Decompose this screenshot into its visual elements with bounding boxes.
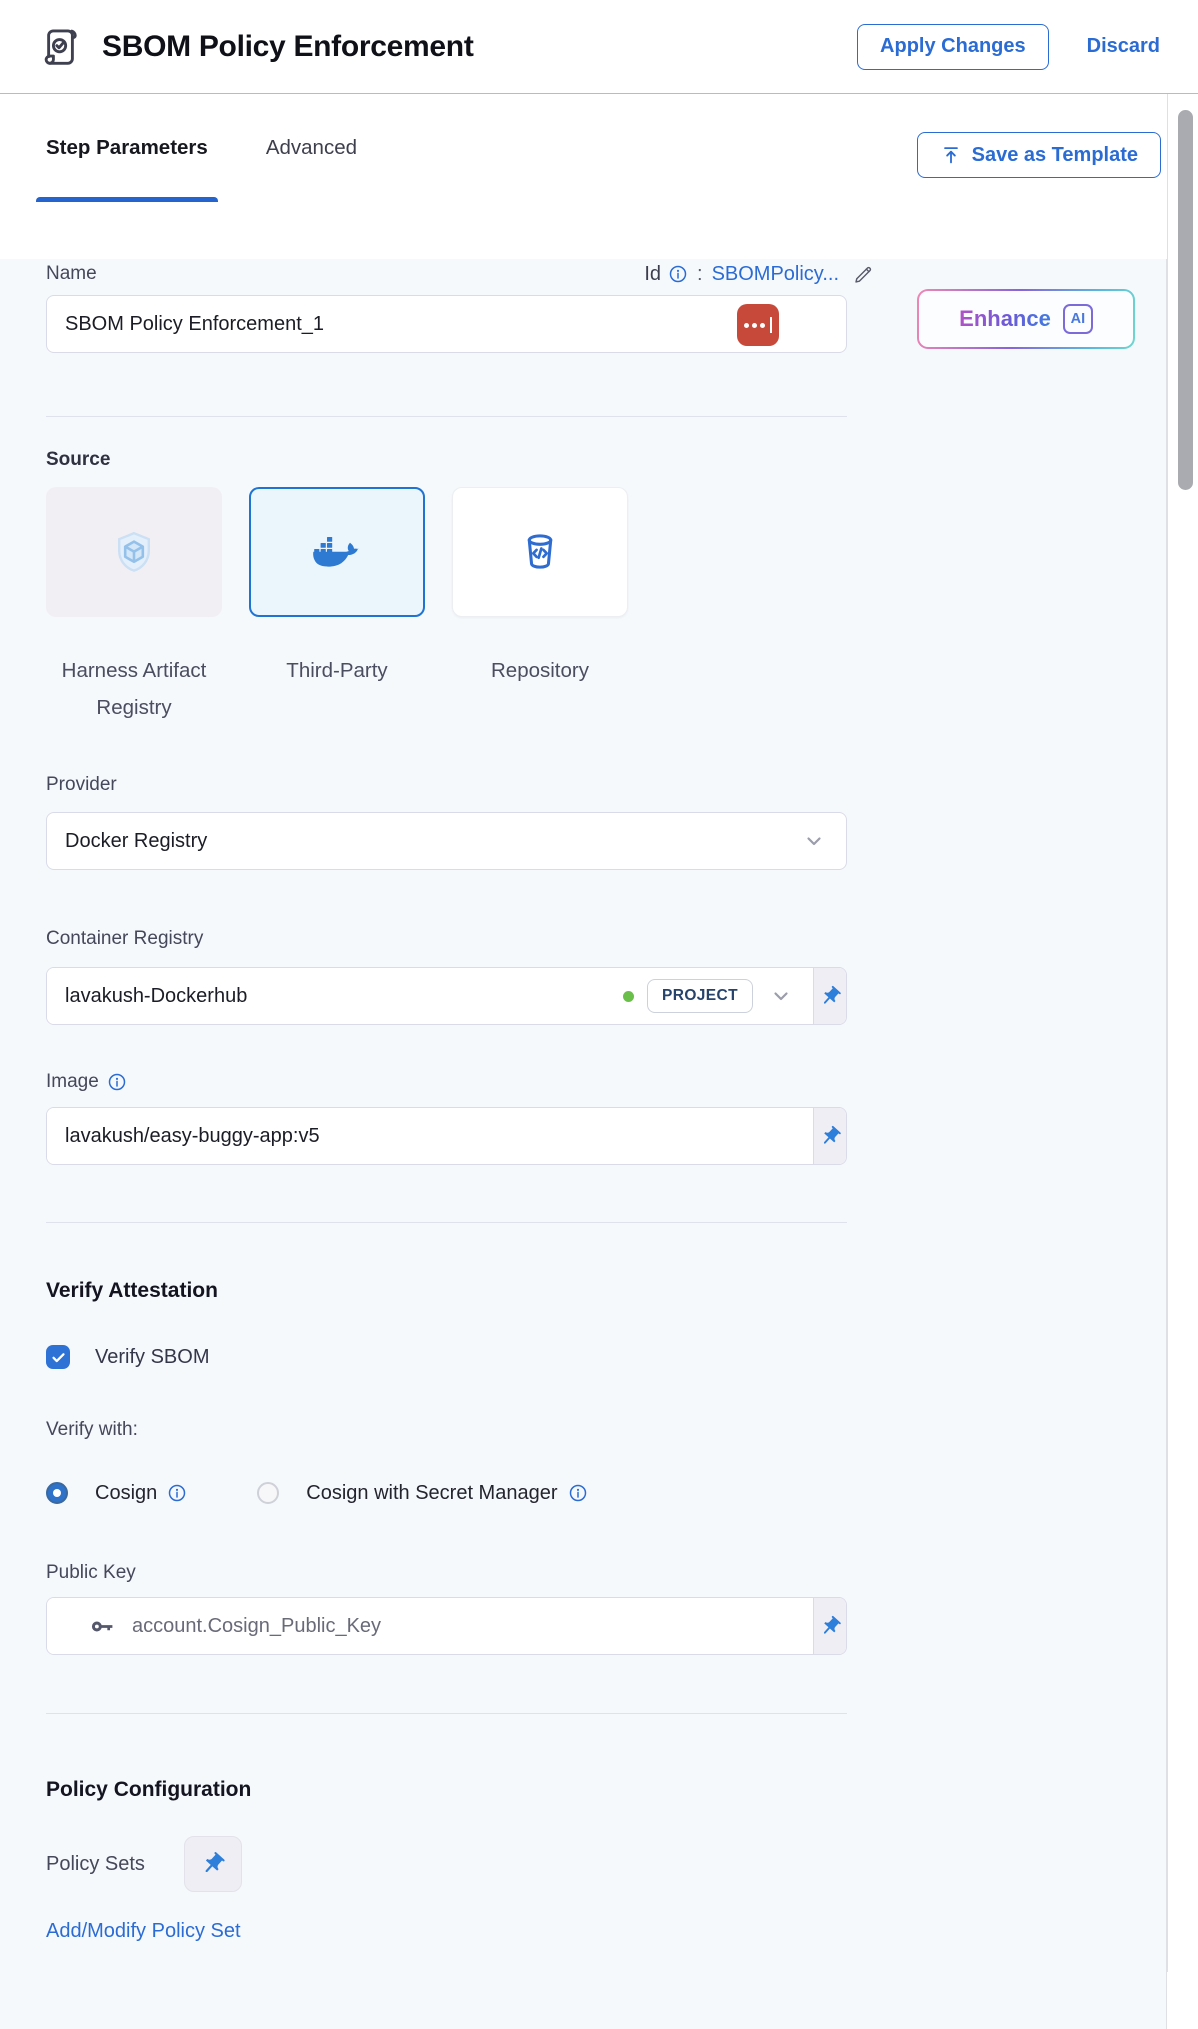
image-info-icon[interactable]	[107, 1072, 127, 1092]
apply-changes-label: Apply Changes	[880, 35, 1026, 58]
save-as-template-label: Save as Template	[972, 144, 1138, 167]
image-input[interactable]: lavakush/easy-buggy-app:v5	[46, 1107, 847, 1165]
enhance-ai-button[interactable]: Enhance AI	[917, 289, 1135, 349]
container-registry-label: Container Registry	[46, 928, 847, 952]
key-icon	[89, 1613, 116, 1640]
cosign-radio-label: Cosign	[95, 1482, 157, 1505]
id-prefix-label: Id	[644, 263, 661, 286]
verify-attestation-heading: Verify Attestation	[46, 1279, 847, 1307]
add-modify-policy-set-link[interactable]: Add/Modify Policy Set	[46, 1920, 241, 1943]
tab-bar: Step Parameters Advanced Save as Templat…	[0, 94, 1198, 202]
chevron-down-icon	[802, 829, 826, 853]
name-label: Name	[46, 263, 97, 285]
policy-sets-pin-button[interactable]	[184, 1836, 242, 1892]
cosign-secret-manager-radio[interactable]	[257, 1482, 279, 1504]
provider-select[interactable]: Docker Registry	[46, 812, 847, 870]
multitype-fixed-value-icon[interactable]	[737, 304, 779, 346]
source-card-label: Third-Party	[286, 652, 387, 689]
step-parameters-panel: Enhance AI Name Id : SBOMPolicy...	[0, 259, 1167, 2029]
container-registry-pin-button[interactable]	[813, 968, 846, 1024]
cosign-radio[interactable]	[46, 1482, 68, 1504]
repository-bucket-icon	[517, 529, 563, 575]
image-label: Image	[46, 1071, 99, 1093]
page-title: SBOM Policy Enforcement	[102, 30, 474, 64]
cosign-info-icon[interactable]	[167, 1483, 187, 1503]
image-value: lavakush/easy-buggy-app:v5	[65, 1125, 320, 1148]
tab-step-parameters-label: Step Parameters	[46, 136, 208, 160]
container-registry-select[interactable]: lavakush-Dockerhub PROJECT	[46, 967, 847, 1025]
verify-with-radio-group: Cosign Cosign with Secret Manager	[46, 1478, 847, 1508]
public-key-pin-button[interactable]	[813, 1598, 846, 1654]
public-key-label: Public Key	[46, 1562, 847, 1586]
divider	[46, 416, 847, 417]
source-options: Harness Artifact Registry	[46, 487, 847, 726]
source-card-label: Harness Artifact Registry	[46, 652, 222, 726]
id-separator: :	[697, 263, 703, 286]
edit-id-pencil-icon[interactable]	[852, 263, 875, 286]
name-id-row: Name Id : SBOMPolicy...	[46, 259, 875, 289]
provider-value: Docker Registry	[65, 830, 207, 853]
ai-badge-icon: AI	[1063, 304, 1093, 334]
verify-sbom-checkbox[interactable]	[46, 1345, 70, 1369]
connector-status-dot	[623, 991, 634, 1002]
step-id-value: SBOMPolicy...	[712, 263, 839, 286]
image-pin-button[interactable]	[813, 1108, 846, 1164]
cosign-secret-manager-info-icon[interactable]	[568, 1483, 588, 1503]
docker-whale-icon	[313, 534, 361, 570]
verify-sbom-checkbox-row[interactable]: Verify SBOM	[46, 1341, 847, 1373]
source-card-third-party[interactable]	[249, 487, 425, 617]
policy-sets-row: Policy Sets	[46, 1836, 847, 1892]
policy-sets-label: Policy Sets	[46, 1853, 145, 1876]
panel-right-border	[1167, 94, 1168, 1972]
save-as-template-button[interactable]: Save as Template	[917, 132, 1161, 178]
cosign-secret-manager-label: Cosign with Secret Manager	[306, 1482, 557, 1505]
name-input-value: SBOM Policy Enforcement_1	[65, 313, 324, 336]
step-id-row: Id : SBOMPolicy...	[644, 263, 875, 286]
apply-changes-button[interactable]: Apply Changes	[857, 24, 1049, 70]
provider-label: Provider	[46, 774, 847, 798]
container-registry-value: lavakush-Dockerhub	[65, 985, 247, 1008]
name-input[interactable]: SBOM Policy Enforcement_1	[46, 295, 847, 353]
source-card-harness-artifact-registry[interactable]	[46, 487, 222, 617]
harness-artifact-registry-icon	[110, 528, 158, 576]
vertical-scrollbar[interactable]	[1178, 110, 1193, 490]
source-card-repository[interactable]	[452, 487, 628, 617]
tab-advanced[interactable]: Advanced	[256, 94, 367, 202]
discard-button[interactable]: Discard	[1087, 35, 1160, 58]
active-tab-underline	[36, 197, 218, 202]
sbom-policy-step-icon	[40, 24, 86, 70]
enhance-label: Enhance	[959, 306, 1051, 332]
verify-sbom-label: Verify SBOM	[95, 1346, 209, 1369]
divider	[46, 1713, 847, 1714]
divider	[46, 1222, 847, 1223]
source-label: Source	[46, 449, 847, 473]
verify-with-label: Verify with:	[46, 1419, 847, 1443]
chevron-down-icon	[769, 984, 793, 1008]
policy-configuration-heading: Policy Configuration	[46, 1778, 847, 1808]
source-card-label: Repository	[491, 652, 589, 689]
scope-badge: PROJECT	[647, 979, 753, 1013]
tab-step-parameters[interactable]: Step Parameters	[36, 94, 218, 202]
image-label-row: Image	[46, 1070, 847, 1094]
panel-header: SBOM Policy Enforcement Apply Changes Di…	[0, 0, 1198, 94]
public-key-input[interactable]: account.Cosign_Public_Key	[46, 1597, 847, 1655]
upload-icon	[940, 144, 962, 166]
public-key-value: account.Cosign_Public_Key	[132, 1615, 381, 1638]
id-info-icon[interactable]	[668, 264, 688, 284]
tab-advanced-label: Advanced	[266, 136, 357, 160]
